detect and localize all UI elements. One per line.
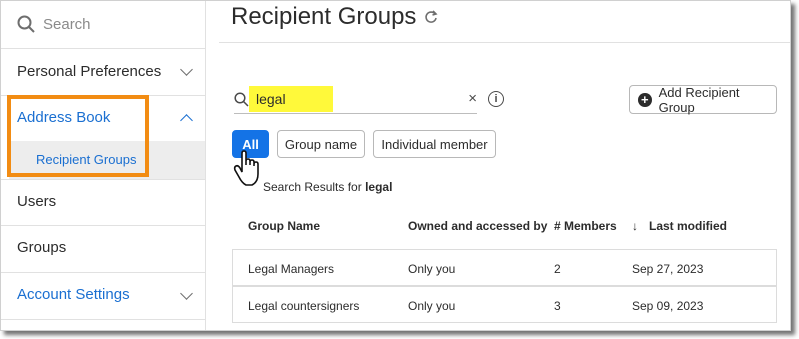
- column-header-last-modified[interactable]: Last modified: [649, 219, 727, 233]
- sidebar-item-groups[interactable]: Groups: [1, 226, 205, 273]
- chevron-up-icon: [180, 114, 193, 127]
- sidebar-item-label: Users: [17, 193, 57, 210]
- sidebar-search-label: Search: [43, 15, 91, 33]
- sidebar: Search Personal Preferences Address Book…: [1, 1, 206, 330]
- hand-cursor-icon: [233, 150, 259, 186]
- highlight-box: [7, 95, 149, 177]
- app-window: Search Personal Preferences Address Book…: [0, 0, 791, 331]
- refresh-icon[interactable]: [424, 10, 438, 24]
- cell-last-modified: Sep 09, 2023: [632, 299, 704, 313]
- sidebar-item-personal-preferences[interactable]: Personal Preferences: [1, 49, 205, 96]
- filter-group-name[interactable]: Group name: [277, 130, 365, 158]
- add-button-label: Add Recipient Group: [658, 84, 740, 115]
- page-title: Recipient Groups: [231, 3, 438, 31]
- plus-icon: +: [638, 92, 652, 107]
- search-input[interactable]: legal ×: [234, 86, 477, 114]
- search-icon: [17, 15, 35, 33]
- results-prefix: Search Results for: [263, 180, 362, 194]
- table-row[interactable]: Legal Managers Only you 2 Sep 27, 2023: [232, 249, 777, 286]
- column-header-group-name[interactable]: Group Name: [248, 219, 320, 233]
- cell-members: 2: [554, 262, 561, 276]
- column-header-owned-by[interactable]: Owned and accessed by: [408, 219, 547, 233]
- sidebar-item-label: Groups: [17, 239, 67, 256]
- search-value: legal: [256, 91, 286, 107]
- add-recipient-group-button[interactable]: + Add Recipient Group: [629, 84, 777, 115]
- cell-group-name: Legal countersigners: [248, 299, 360, 313]
- filter-individual-member[interactable]: Individual member: [373, 130, 496, 158]
- main-panel: Recipient Groups legal × i + Add Recipie…: [206, 1, 790, 330]
- sidebar-item-label: Account Settings: [17, 286, 130, 303]
- sort-arrow-icon: ↓: [632, 219, 638, 233]
- cell-owned-by: Only you: [408, 262, 456, 276]
- sidebar-item-label: Personal Preferences: [17, 63, 162, 80]
- column-header-members[interactable]: # Members: [554, 219, 617, 233]
- sidebar-item-users[interactable]: Users: [1, 179, 205, 226]
- sidebar-search[interactable]: Search: [1, 1, 205, 49]
- cell-owned-by: Only you: [408, 299, 456, 313]
- info-icon[interactable]: i: [488, 91, 504, 107]
- results-term: legal: [365, 180, 393, 194]
- search-results-caption: Search Results for legal: [263, 180, 392, 194]
- cell-members: 3: [554, 299, 561, 313]
- cell-group-name: Legal Managers: [248, 262, 335, 276]
- sidebar-item-account-settings[interactable]: Account Settings: [1, 273, 205, 320]
- chevron-down-icon: [180, 63, 193, 76]
- page-title-text: Recipient Groups: [231, 3, 417, 30]
- search-icon: [234, 92, 249, 107]
- cell-last-modified: Sep 27, 2023: [632, 262, 704, 276]
- table-row[interactable]: Legal countersigners Only you 3 Sep 09, …: [232, 286, 777, 323]
- chevron-down-icon: [180, 287, 193, 300]
- divider: [219, 42, 790, 43]
- clear-search-button[interactable]: ×: [468, 90, 477, 107]
